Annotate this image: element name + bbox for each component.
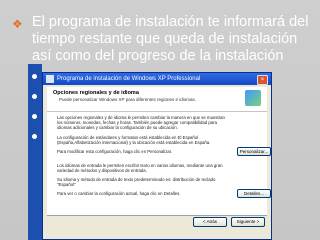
wizard-page: Opciones regionales y de idioma Puede pe… — [47, 87, 271, 216]
window-titlebar: Programa de instalación de Windows XP Pr… — [43, 73, 271, 85]
setup-sidebar — [28, 64, 42, 240]
step-dot — [32, 134, 37, 139]
setup-window: Programa de instalación de Windows XP Pr… — [42, 72, 272, 240]
default-input-text: Su idioma y método de entrada de texto p… — [57, 177, 216, 188]
input-languages-text: Los idiomas de entrada le permiten escri… — [57, 163, 223, 174]
slide-background: ❖ El programa de instalación te informar… — [0, 0, 320, 240]
bullet-icon: ❖ — [12, 17, 23, 31]
globe-icon — [245, 90, 261, 106]
step-dot — [32, 114, 37, 119]
close-icon[interactable]: × — [257, 75, 268, 85]
step-dot — [32, 94, 37, 99]
regional-settings-text: La configuración de estándares y formato… — [57, 135, 211, 146]
customize-hint-text: Para modificar esta configuración, haga … — [57, 149, 173, 154]
window-title: Programa de instalación de Windows XP Pr… — [57, 76, 201, 82]
page-title: Opciones regionales y de idioma — [53, 90, 139, 96]
next-button[interactable]: Siguiente > — [231, 217, 265, 227]
details-button[interactable]: Detalles... — [237, 189, 271, 198]
bullet-text: El programa de instalación te informará … — [32, 14, 309, 64]
wizard-footer: < Atrás Siguiente > — [43, 211, 271, 239]
customize-button[interactable]: Personalizar... — [237, 147, 271, 156]
wizard-header: Opciones regionales y de idioma Puede pe… — [47, 87, 267, 112]
page-subtitle: Puede personalizar Windows XP para difer… — [59, 97, 196, 102]
details-hint-text: Para ver o cambiar la configuración actu… — [57, 191, 181, 196]
setup-app-icon — [46, 75, 54, 83]
intro-text: Las opciones regionales y de idioma le p… — [57, 115, 225, 131]
back-button[interactable]: < Atrás — [193, 217, 227, 227]
step-dot — [32, 74, 37, 79]
